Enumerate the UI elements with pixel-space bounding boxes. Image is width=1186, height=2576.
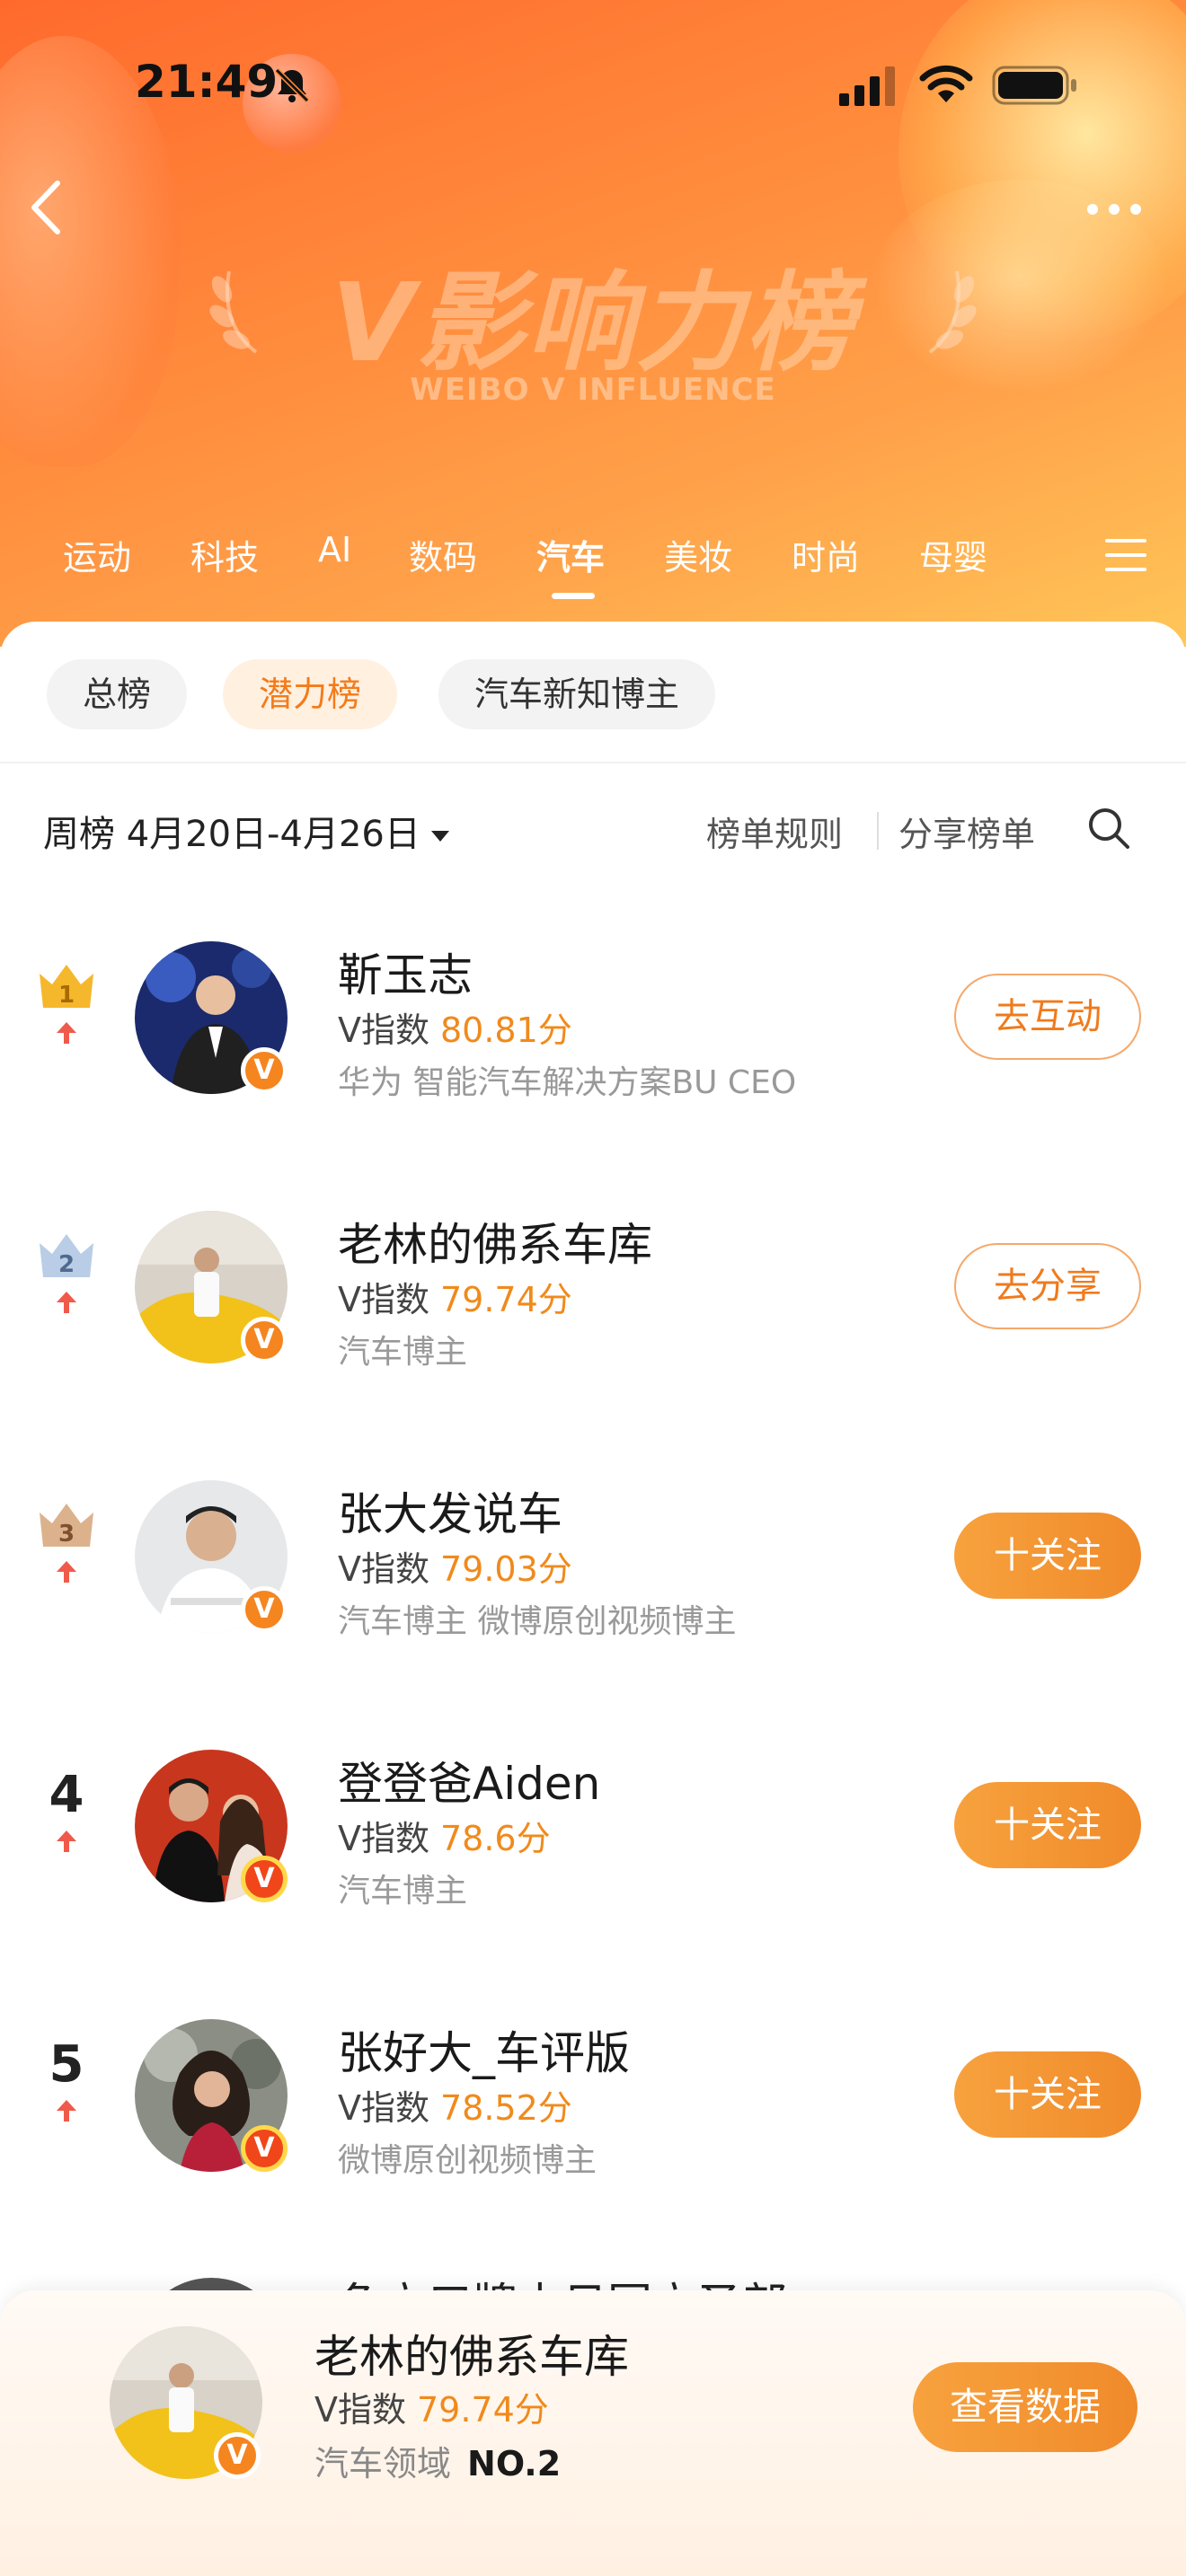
v-index: V指数 78.6分 [338, 1819, 551, 1858]
divider [0, 762, 1186, 763]
verified-badge-icon: V [214, 2432, 261, 2479]
tab-digital[interactable]: 数码 [409, 530, 477, 579]
svg-text:2: 2 [58, 1251, 75, 1278]
battery-icon [992, 66, 1076, 105]
v-score: 79.74分 [440, 1280, 572, 1319]
my-domain-rank: 汽车领域 NO.2 [314, 2444, 562, 2483]
tab-maternity[interactable]: 母婴 [919, 530, 987, 579]
v-score: 80.81分 [440, 1010, 572, 1050]
v-score: 78.52分 [440, 2088, 572, 2128]
verified-badge-icon: V [241, 1047, 288, 1094]
active-tab-indicator [552, 593, 595, 599]
verified-badge-icon: V [241, 1317, 288, 1363]
more-icon[interactable] [1082, 187, 1146, 232]
v-score: 78.6分 [440, 1819, 551, 1858]
my-name: 老林的佛系车库 [314, 2331, 629, 2383]
ranking-rules-link[interactable]: 榜单规则 [706, 807, 843, 856]
share-button[interactable]: 去分享 [954, 1243, 1141, 1329]
interact-button[interactable]: 去互动 [954, 974, 1141, 1060]
status-time: 21:49 [135, 56, 279, 108]
back-icon[interactable] [22, 176, 72, 239]
follow-button[interactable]: 十关注 [954, 2051, 1141, 2138]
ranking-row[interactable]: 2 V 老林的佛系车库 V指数 79.74分 汽车博主 去分享 [0, 1175, 1186, 1444]
verified-badge-icon: V [241, 1856, 288, 1902]
hero-subtitle: WEIBO V INFLUENCE [410, 372, 776, 408]
tab-sports[interactable]: 运动 [63, 530, 131, 579]
tab-fashion[interactable]: 时尚 [792, 530, 860, 579]
category-tab-bar: 运动 科技 AI 数码 汽车 美妆 时尚 母婴 [0, 530, 1186, 602]
v-score: 79.03分 [440, 1549, 572, 1589]
v-index: V指数 78.52分 [338, 2088, 572, 2128]
rank-number: 5 [49, 2035, 84, 2094]
v-index: V指数 79.03分 [338, 1549, 572, 1589]
ranking-row[interactable]: 3 V 张大发说车 V指数 79.03分 汽车博主 微博原创视频博主 十关注 [0, 1444, 1186, 1714]
crown-gold-icon: 1 [40, 965, 93, 1009]
arrow-up-icon [57, 2100, 76, 2122]
my-v-index: V指数 79.74分 [314, 2390, 549, 2430]
ranking-row[interactable]: 5 V 张好大_车评版 V指数 78.52分 微博原创视频博主 十关注 [0, 1983, 1186, 2253]
user-name[interactable]: 登登爸Aiden [338, 1748, 600, 1813]
arrow-up-icon [57, 1292, 76, 1313]
user-description: 微博原创视频博主 [338, 2142, 597, 2179]
v-index: V指数 80.81分 [338, 1010, 572, 1050]
tab-ai[interactable]: AI [318, 530, 351, 569]
period-label: 周榜 4月20日-4月26日 [43, 814, 420, 855]
user-name[interactable]: 张好大_车评版 [338, 2017, 630, 2082]
share-ranking-link[interactable]: 分享榜单 [898, 807, 1035, 856]
subtab-potential[interactable]: 潜力榜 [223, 659, 398, 729]
caret-down-icon [430, 831, 449, 842]
svg-text:3: 3 [58, 1521, 75, 1548]
divider [877, 812, 879, 850]
menu-icon[interactable] [1105, 539, 1146, 575]
svg-text:1: 1 [58, 982, 75, 1009]
v-index: V指数 79.74分 [338, 1280, 572, 1319]
cellular-signal-icon [839, 66, 895, 106]
verified-badge-icon: V [241, 1586, 288, 1633]
user-description: 汽车博主 [338, 1873, 468, 1910]
rank-number: 4 [49, 1766, 84, 1824]
subtab-auto-new-blogger[interactable]: 汽车新知博主 [438, 659, 716, 729]
tab-beauty[interactable]: 美妆 [664, 530, 732, 579]
tab-tech[interactable]: 科技 [190, 530, 259, 579]
user-name[interactable]: 张大发说车 [338, 1478, 562, 1543]
crown-silver-icon: 2 [40, 1234, 93, 1278]
hero-title: V影响力榜 [331, 261, 855, 386]
user-description: 汽车博主 微博原创视频博主 [338, 1603, 737, 1640]
follow-button[interactable]: 十关注 [954, 1782, 1141, 1868]
my-rank: NO.2 [467, 2444, 562, 2483]
ranking-row[interactable]: 1 V 靳玉志 V指数 80.81分 华为 智能汽车解决方案BU CEO 去互动 [0, 905, 1186, 1175]
user-name[interactable]: 靳玉志 [338, 940, 473, 1004]
follow-button[interactable]: 十关注 [954, 1513, 1141, 1599]
tab-auto[interactable]: 汽车 [536, 530, 605, 579]
user-name[interactable]: 老林的佛系车库 [338, 1209, 652, 1274]
crown-bronze-icon: 3 [40, 1504, 93, 1548]
verified-badge-icon: V [241, 2125, 288, 2172]
arrow-up-icon [57, 1831, 76, 1852]
period-selector[interactable]: 周榜 4月20日-4月26日 [43, 805, 449, 857]
view-data-button[interactable]: 查看数据 [913, 2362, 1137, 2452]
arrow-up-icon [57, 1022, 76, 1044]
user-description: 华为 智能汽车解决方案BU CEO [338, 1064, 797, 1101]
wifi-icon [919, 65, 973, 102]
search-icon[interactable] [1085, 805, 1132, 851]
bell-off-icon [274, 67, 310, 103]
my-v-score: 79.74分 [417, 2390, 549, 2430]
arrow-up-icon [57, 1561, 76, 1583]
ranking-row[interactable]: 4 V 登登爸Aiden V指数 78.6分 汽车博主 十关注 [0, 1714, 1186, 1983]
user-description: 汽车博主 [338, 1334, 468, 1371]
subtab-overall[interactable]: 总榜 [47, 659, 188, 729]
